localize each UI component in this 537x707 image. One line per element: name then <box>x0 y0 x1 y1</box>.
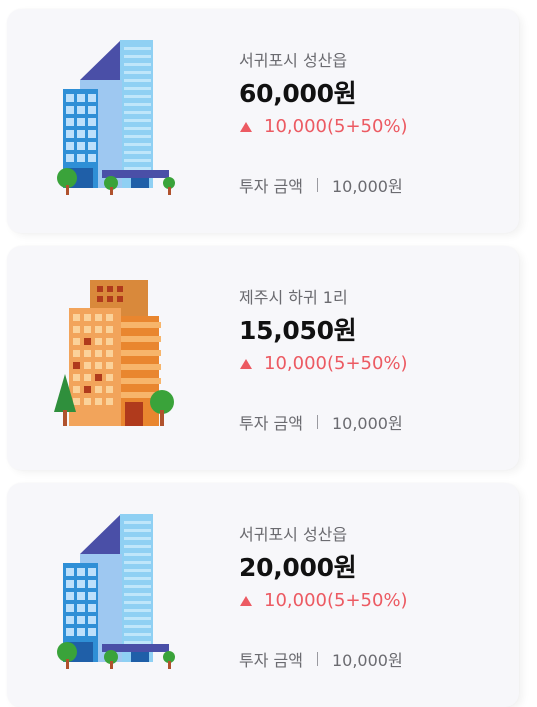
price-value: 60,000원 <box>239 79 357 108</box>
investment-label: 투자 금액 <box>239 177 303 196</box>
location-label: 서귀포시 성산읍 <box>239 525 348 544</box>
location-label: 제주시 하귀 1리 <box>239 288 348 307</box>
investment-amount: 10,000원 <box>331 651 403 670</box>
investment-amount: 10,000원 <box>331 177 403 196</box>
divider <box>316 178 318 192</box>
price-change: 10,000(5+50%) <box>239 116 408 137</box>
property-card[interactable]: 제주시 하귀 1리 15,050원 10,000(5+50%) 투자 금액 10… <box>7 246 519 470</box>
investment-row: 투자 금액 10,000원 <box>239 173 403 197</box>
property-list: 서귀포시 성산읍 60,000원 10,000(5+50%) 투자 금액 10,… <box>0 0 537 707</box>
investment-row: 투자 금액 10,000원 <box>239 410 403 434</box>
price-change-value: 10,000(5+50%) <box>264 353 408 374</box>
arrow-up-icon <box>240 358 252 369</box>
investment-amount: 10,000원 <box>331 414 403 433</box>
price-value: 20,000원 <box>239 553 357 582</box>
price-change: 10,000(5+50%) <box>239 590 408 611</box>
investment-label: 투자 금액 <box>239 651 303 670</box>
investment-row: 투자 금액 10,000원 <box>239 647 403 671</box>
orange-apartment-building-icon <box>45 274 175 439</box>
price-change: 10,000(5+50%) <box>239 353 408 374</box>
property-card[interactable]: 서귀포시 성산읍 60,000원 10,000(5+50%) 투자 금액 10,… <box>7 9 519 233</box>
investment-label: 투자 금액 <box>239 414 303 433</box>
arrow-up-icon <box>240 121 252 132</box>
price-change-value: 10,000(5+50%) <box>264 116 408 137</box>
divider <box>316 652 318 666</box>
blue-office-tower-icon <box>45 37 175 202</box>
price-change-value: 10,000(5+50%) <box>264 590 408 611</box>
location-label: 서귀포시 성산읍 <box>239 51 348 70</box>
blue-office-tower-icon <box>45 511 175 676</box>
price-value: 15,050원 <box>239 316 357 345</box>
property-card[interactable]: 서귀포시 성산읍 20,000원 10,000(5+50%) 투자 금액 10,… <box>7 483 519 707</box>
arrow-up-icon <box>240 595 252 606</box>
divider <box>316 415 318 429</box>
